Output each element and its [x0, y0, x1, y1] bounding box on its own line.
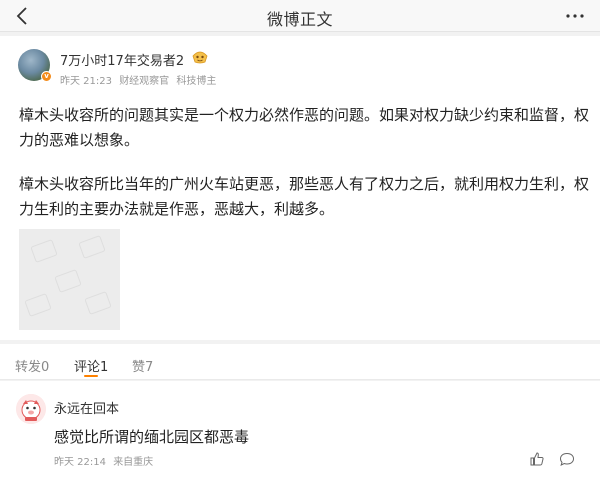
reply-icon[interactable] — [559, 451, 575, 467]
post-username[interactable]: 7万小时17年交易者2 — [60, 50, 184, 69]
post-paragraph: 樟木头收容所比当年的广州火车站更恶，那些恶人有了权力之后，就利用权力生利，权力生… — [19, 175, 590, 218]
comment-item: 永远在回本 感觉比所谓的缅北园区都恶毒 昨天 22:14 来自重庆 — [0, 381, 600, 492]
more-icon[interactable] — [564, 7, 586, 25]
comment-meta: 昨天 22:14 来自重庆 — [54, 453, 157, 468]
tab-likes[interactable]: 赞7 — [132, 356, 153, 375]
verified-badge-icon: v — [41, 71, 52, 82]
image-placeholder-icon — [24, 235, 112, 317]
top-nav-bar: 微博正文 — [0, 0, 600, 32]
interaction-tabs: 转发0 评论1 赞7 — [0, 344, 600, 380]
comment-text: 感觉比所谓的缅北园区都恶毒 — [54, 428, 250, 446]
comment-avatar[interactable] — [16, 394, 46, 424]
active-tab-indicator — [84, 375, 98, 377]
comment-time: 昨天 22:14 — [54, 457, 106, 468]
post-card: v 7万小时17年交易者2 昨天 21:23 财经观察官 科技博主 樟木头收容所… — [0, 36, 600, 340]
tab-comments[interactable]: 评论1 — [74, 356, 108, 375]
vip-icon[interactable] — [191, 49, 209, 65]
post-body: 樟木头收容所的问题其实是一个权力必然作恶的问题。如果对权力缺少约束和监督，权力的… — [19, 103, 589, 241]
post-meta: 昨天 21:23 财经观察官 科技博主 — [60, 72, 220, 87]
like-icon[interactable] — [529, 451, 545, 467]
comment-username[interactable]: 永远在回本 — [54, 398, 119, 417]
comment-location: 来自重庆 — [113, 457, 154, 468]
post-source[interactable]: 财经观察官 — [119, 76, 169, 87]
image-placeholder[interactable] — [19, 229, 120, 330]
post-tag: 科技博主 — [176, 76, 217, 87]
page-title: 微博正文 — [266, 10, 333, 29]
tab-reposts[interactable]: 转发0 — [15, 356, 49, 375]
post-time: 昨天 21:23 — [60, 76, 112, 87]
post-paragraph: 樟木头收容所的问题其实是一个权力必然作恶的问题。如果对权力缺少约束和监督，权力的… — [19, 106, 590, 149]
